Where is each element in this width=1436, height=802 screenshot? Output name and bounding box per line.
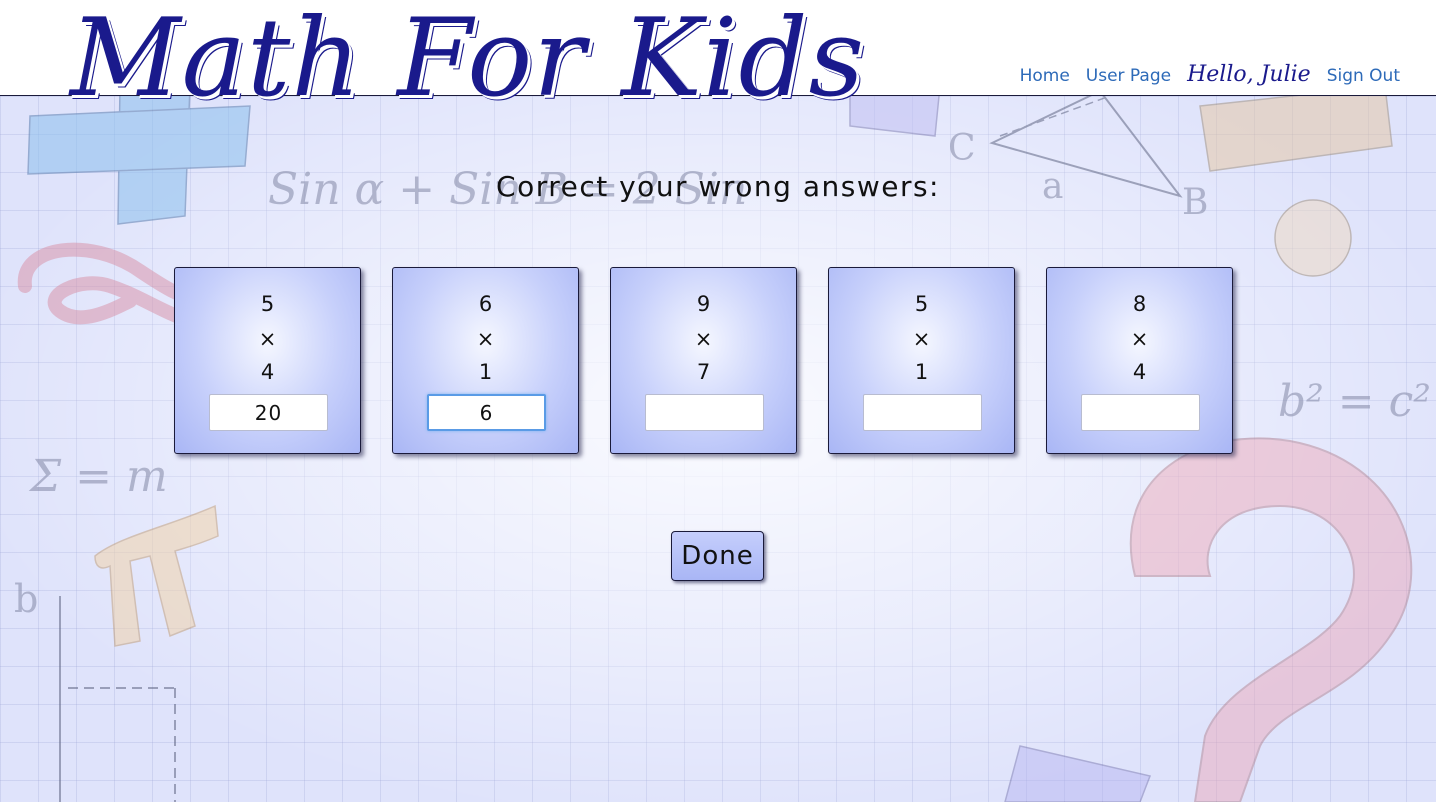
operand-b: 4 [1132, 360, 1147, 384]
nav-sign-out-link[interactable]: Sign Out [1327, 66, 1400, 86]
answer-input-2[interactable] [427, 394, 546, 431]
done-button[interactable]: Done [671, 531, 764, 581]
operand-a: 9 [696, 292, 711, 316]
answer-input-3[interactable] [645, 394, 764, 431]
multiply-operator: × [694, 327, 713, 351]
operand-a: 8 [1132, 292, 1147, 316]
problem-card-4: 5 × 1 [828, 267, 1015, 454]
operand-b: 7 [696, 360, 711, 384]
operand-b: 1 [914, 360, 929, 384]
multiply-operator: × [258, 327, 277, 351]
answer-input-1[interactable] [209, 394, 328, 431]
operand-b: 4 [260, 360, 275, 384]
problem-cards: 5 × 4 6 × 1 9 × 7 5 × 1 8 × 4 [174, 267, 1233, 454]
operand-a: 6 [478, 292, 493, 316]
problem-card-5: 8 × 4 [1046, 267, 1233, 454]
operand-a: 5 [260, 292, 275, 316]
problem-card-3: 9 × 7 [610, 267, 797, 454]
operand-a: 5 [914, 292, 929, 316]
nav-user-page-link[interactable]: User Page [1086, 66, 1171, 86]
answer-input-5[interactable] [1081, 394, 1200, 431]
problem-card-1: 5 × 4 [174, 267, 361, 454]
multiply-operator: × [1130, 327, 1149, 351]
answer-input-4[interactable] [863, 394, 982, 431]
page-title: Correct your wrong answers: [496, 170, 940, 203]
user-greeting: Hello, Julie [1187, 62, 1311, 87]
site-logo[interactable]: Math For Kids [70, 0, 865, 124]
multiply-operator: × [476, 327, 495, 351]
operand-b: 1 [478, 360, 493, 384]
multiply-operator: × [912, 327, 931, 351]
top-nav: Home User Page Hello, Julie Sign Out [1020, 62, 1400, 87]
nav-home-link[interactable]: Home [1020, 66, 1070, 86]
quiz-correction-area: Correct your wrong answers: 5 × 4 6 × 1 … [0, 96, 1436, 802]
problem-card-2: 6 × 1 [392, 267, 579, 454]
